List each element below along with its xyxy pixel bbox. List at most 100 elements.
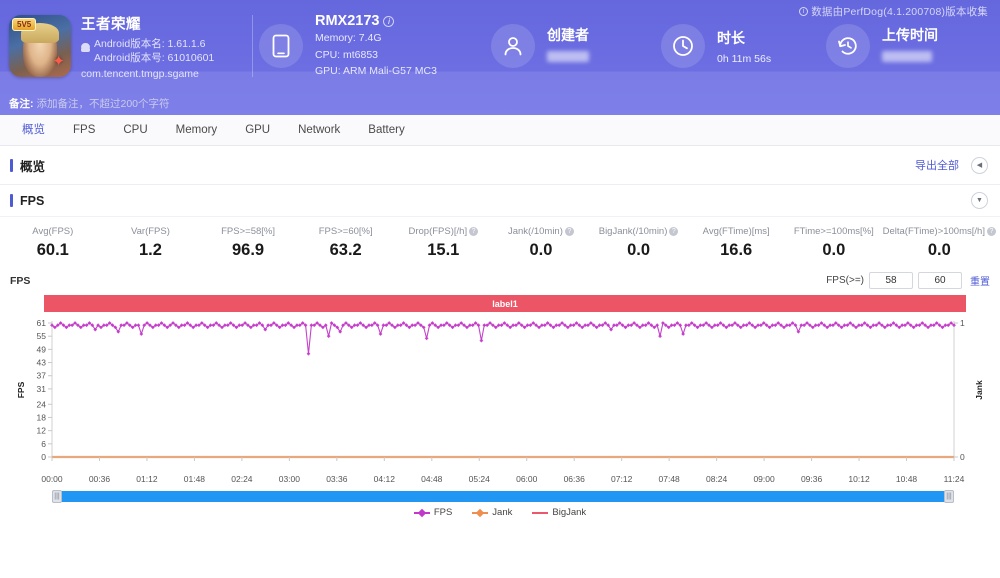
app-header: i 数据由PerfDog(4.1.200708)版本收集 5V5 ✦ 王者荣耀 … <box>0 0 1000 115</box>
metric-label-text: Var(FPS) <box>130 226 170 237</box>
chart-plot-area[interactable]: 0 6 12 18 24 31 37 43 49 55 61 0 1 FPS Jank <box>10 317 990 473</box>
chart-scrollbar[interactable]: ||| ||| <box>10 490 990 503</box>
x-axis-tick-label: 01:12 <box>136 474 158 484</box>
fps-section-header: FPS ▼ <box>0 185 1000 217</box>
metric-label: Delta(FTime)>100ms[/h]? <box>883 226 996 237</box>
x-axis-tick-label: 03:36 <box>326 474 348 484</box>
x-axis-tick-label: 11:24 <box>943 474 965 484</box>
metric-item: FPS>=60[%] 63.2 <box>297 226 395 260</box>
device-info-block: RMX2173 i Memory: 7.4G CPU: mt6853 GPU: … <box>259 13 491 79</box>
x-axis-tick-label: 07:48 <box>658 474 680 484</box>
svg-text:31: 31 <box>37 384 47 394</box>
metric-label: FPS>=60[%] <box>297 226 395 237</box>
clock-icon <box>661 24 705 68</box>
svg-text:12: 12 <box>37 426 47 436</box>
phone-icon <box>259 24 303 68</box>
upload-time-block: 上传时间 <box>826 24 938 68</box>
export-all-button[interactable]: 导出全部 <box>915 157 959 173</box>
fps-threshold-label: FPS(>=) <box>826 275 864 286</box>
tab-gpu[interactable]: GPU <box>231 115 284 146</box>
legend-item-bigjank[interactable]: BigJank <box>532 507 586 518</box>
x-axis-tick-label: 07:12 <box>611 474 633 484</box>
app-title: 王者荣耀 <box>81 16 141 33</box>
tab-memory[interactable]: Memory <box>162 115 232 146</box>
metric-item: Avg(FTime)[ms] 16.6 <box>687 226 785 260</box>
fps-metrics-row: Avg(FPS) 60.1 Var(FPS) 1.2 FPS>=58[%] 96.9 FPS… <box>0 217 1000 268</box>
metric-label-text: Jank(/10min) <box>507 226 563 237</box>
legend-item-fps[interactable]: FPS <box>413 507 453 518</box>
legend-item-jank[interactable]: Jank <box>472 507 512 518</box>
metric-value: 96.9 <box>232 241 265 259</box>
tab-fps[interactable]: FPS <box>59 115 109 146</box>
device-info-icon[interactable]: i <box>383 15 395 27</box>
metric-label-text: Drop(FPS)[/h] <box>408 226 468 237</box>
help-icon[interactable]: ? <box>564 227 574 236</box>
remark-bar[interactable]: 备注: 添加备注，不超过200个字符 <box>0 92 1000 115</box>
scrollbar-handle-right[interactable]: ||| <box>944 490 954 503</box>
metric-value: 0.0 <box>529 241 553 259</box>
chart-name: FPS <box>10 274 31 287</box>
metric-value: 0.0 <box>627 241 651 259</box>
metric-label-text: BigJank(/10min) <box>598 226 668 237</box>
x-axis-tick-label: 01:48 <box>183 474 206 484</box>
fps-chart-card: FPS FPS(>=) 重置 label1 0 6 12 18 24 31 37 43 49 55… <box>0 268 1000 518</box>
help-icon[interactable]: ? <box>469 227 479 236</box>
metric-label: FPS>=58[%] <box>199 226 297 237</box>
app-version-code: Android版本号: 61010601 <box>94 51 215 64</box>
app-icon-star: ✦ <box>52 53 65 70</box>
svg-text:0: 0 <box>41 452 46 462</box>
help-icon[interactable]: ? <box>986 227 996 236</box>
device-memory: Memory: 7.4G <box>315 32 382 45</box>
svg-text:61: 61 <box>37 318 47 328</box>
help-icon[interactable]: ? <box>669 227 679 236</box>
chart-label-bar[interactable]: label1 <box>44 295 966 312</box>
creator-block: 创建者 <box>491 24 661 68</box>
metric-label-text: FTime>=100ms[%] <box>793 226 874 237</box>
legend-swatch-icon <box>532 511 549 514</box>
fps-threshold-input-1[interactable] <box>869 272 913 289</box>
svg-text:6: 6 <box>41 439 46 449</box>
metric-item: Var(FPS) 1.2 <box>102 226 200 260</box>
perfdog-version-note: i 数据由PerfDog(4.1.200708)版本收集 <box>799 4 988 19</box>
reset-button[interactable]: 重置 <box>970 273 990 288</box>
app-info-block: 5V5 ✦ 王者荣耀 Android版本名: 1.61.1.6 Android版… <box>9 13 252 80</box>
tab-network[interactable]: Network <box>284 115 354 146</box>
x-axis-tick-label: 00:36 <box>88 474 111 484</box>
x-axis-tick-label: 04:48 <box>421 474 443 484</box>
metric-label-text: Avg(FTime)[ms] <box>702 226 770 237</box>
metric-value: 15.1 <box>427 241 460 259</box>
history-icon <box>826 24 870 68</box>
fps-section-title: FPS <box>10 194 44 208</box>
metric-label: Var(FPS) <box>102 226 200 237</box>
upload-time-value-redacted <box>882 51 932 62</box>
chevron-down-icon[interactable]: ▼ <box>971 192 988 209</box>
scrollbar-track[interactable] <box>52 491 954 502</box>
overview-header: 概览 导出全部 ◀ <box>0 146 1000 185</box>
tab-cpu[interactable]: CPU <box>109 115 161 146</box>
duration-title: 时长 <box>717 29 745 46</box>
device-cpu: CPU: mt6853 <box>315 48 379 61</box>
x-axis-tick-label: 03:00 <box>278 474 300 484</box>
fps-line-chart[interactable]: 0 6 12 18 24 31 37 43 49 55 61 0 1 FPS Jank <box>10 317 990 473</box>
device-gpu: GPU: ARM Mali-G57 MC3 <box>315 65 437 78</box>
metric-item: FPS>=58[%] 96.9 <box>199 226 297 260</box>
svg-text:1: 1 <box>960 318 965 328</box>
legend-label: FPS <box>433 507 453 518</box>
x-axis-tick-label: 09:00 <box>753 474 775 484</box>
x-axis-tick-label: 10:12 <box>848 474 870 484</box>
metric-label: Avg(FTime)[ms] <box>687 226 785 237</box>
metric-label: Avg(FPS) <box>4 226 102 237</box>
remark-input[interactable]: 添加备注，不超过200个字符 <box>37 96 170 111</box>
chart-legend: FPS Jank BigJank <box>10 507 990 518</box>
x-axis-tick-label: 04:12 <box>373 474 395 484</box>
scrollbar-handle-left[interactable]: ||| <box>52 490 62 503</box>
svg-text:18: 18 <box>37 412 47 422</box>
tab-概览[interactable]: 概览 <box>8 115 59 146</box>
x-axis-tick-label: 06:36 <box>563 474 585 484</box>
x-axis-tick-label: 06:00 <box>516 474 538 484</box>
fps-threshold-input-2[interactable] <box>918 272 962 289</box>
upload-time-title: 上传时间 <box>882 27 938 43</box>
tab-battery[interactable]: Battery <box>354 115 418 146</box>
chevron-left-icon[interactable]: ◀ <box>971 156 988 174</box>
page-title: 概览 <box>10 156 45 175</box>
